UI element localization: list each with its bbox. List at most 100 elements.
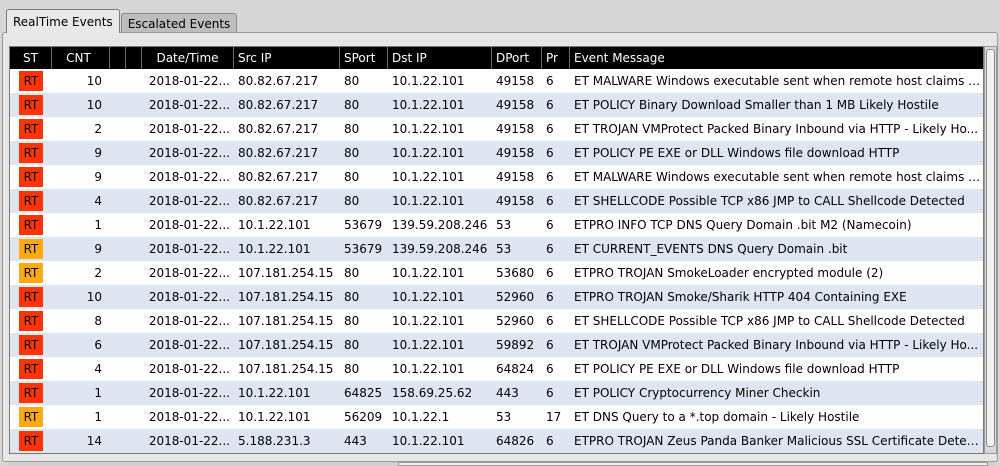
cell-date-time: 2018-01-22... <box>148 266 230 280</box>
cell-blank-1 <box>110 213 126 237</box>
cell-st: RT <box>10 69 52 93</box>
status-badge[interactable]: RT <box>19 70 43 91</box>
cell-blank-1 <box>110 141 126 165</box>
column-header-cnt[interactable]: CNT <box>52 47 110 69</box>
cell-pr: 6 <box>546 434 554 448</box>
cell-event-message: ET TROJAN VMProtect Packed Binary Inboun… <box>574 338 979 352</box>
status-badge[interactable]: RT <box>19 334 43 355</box>
status-badge[interactable]: RT <box>19 238 43 259</box>
cell-src-ip: 80.82.67.217 <box>238 74 319 88</box>
table-row[interactable]: RT 1 2018-01-22... 10.1.22.101 53679 139.59.2… <box>10 213 983 237</box>
cell-src-ip: 10.1.22.101 <box>238 218 311 232</box>
cell-dst-ip: 10.1.22.101 <box>392 362 465 376</box>
table-row[interactable]: RT 10 2018-01-22... 107.181.254.15 80 10.1.22… <box>10 285 983 309</box>
cell-dport: 53 <box>496 410 512 424</box>
status-badge[interactable]: RT <box>19 430 43 451</box>
cell-dport: 64826 <box>496 434 535 448</box>
events-panel: ST CNT Date/Time Src IP SPort Dst IP DPo… <box>2 32 998 462</box>
column-header-blank-2[interactable] <box>126 47 142 69</box>
status-badge[interactable]: RT <box>19 118 43 139</box>
table-row[interactable]: RT 9 2018-01-22... 80.82.67.217 80 10.1.22.10… <box>10 141 983 165</box>
cell-pr: 6 <box>546 218 554 232</box>
cell-src-ip: 10.1.22.101 <box>238 242 311 256</box>
cell-sport: 80 <box>344 314 360 328</box>
cell-dport: 53 <box>496 218 512 232</box>
table-row[interactable]: RT 4 2018-01-22... 80.82.67.217 80 10.1.22.10… <box>10 189 983 213</box>
status-badge[interactable]: RT <box>19 406 43 427</box>
status-badge[interactable]: RT <box>19 358 43 379</box>
table-row[interactable]: RT 1 2018-01-22... 10.1.22.101 64825 158.69.2… <box>10 381 983 405</box>
cell-dst-ip: 10.1.22.101 <box>392 434 465 448</box>
cell-blank-2 <box>126 309 142 333</box>
table-row[interactable]: RT 9 2018-01-22... 10.1.22.101 53679 139.59.2… <box>10 237 983 261</box>
cell-date-time: 2018-01-22... <box>148 410 230 424</box>
sguil-window: RealTime Events Escalated Events ST CNT … <box>0 0 1000 466</box>
cell-dst-ip: 10.1.22.101 <box>392 170 465 184</box>
column-header-st[interactable]: ST <box>10 47 52 69</box>
cell-dst-ip: 10.1.22.101 <box>392 194 465 208</box>
table-row[interactable]: RT 2 2018-01-22... 80.82.67.217 80 10.1.22.10… <box>10 117 983 141</box>
table-row[interactable]: RT 2 2018-01-22... 107.181.254.15 80 10.1.22.… <box>10 261 983 285</box>
horizontal-scrollbar-thumb[interactable] <box>398 462 988 466</box>
table-row[interactable]: RT 1 2018-01-22... 10.1.22.101 56209 10.1.22.… <box>10 405 983 429</box>
status-badge[interactable]: RT <box>19 190 43 211</box>
table-row[interactable]: RT 10 2018-01-22... 80.82.67.217 80 10.1.22.1… <box>10 93 983 117</box>
cell-dport: 59892 <box>496 338 535 352</box>
cell-st: RT <box>10 213 52 237</box>
status-badge[interactable]: RT <box>19 142 43 163</box>
cell-blank-1 <box>110 93 126 117</box>
cell-event-message: ET POLICY PE EXE or DLL Windows file dow… <box>574 146 900 160</box>
cell-sport: 80 <box>344 74 360 88</box>
cell-sport: 80 <box>344 290 360 304</box>
cell-pr: 6 <box>546 290 554 304</box>
table-row[interactable]: RT 10 2018-01-22... 80.82.67.217 80 10.1.22.1… <box>10 69 984 93</box>
status-badge[interactable]: RT <box>19 262 43 283</box>
cell-dst-ip: 158.69.25.62 <box>392 386 473 400</box>
cell-blank-2 <box>126 405 142 429</box>
column-header-blank-1[interactable] <box>110 47 126 69</box>
table-row[interactable]: RT 4 2018-01-22... 107.181.254.15 80 10.1.22.… <box>10 357 983 381</box>
cell-event-message: ET MALWARE Windows executable sent when … <box>574 74 984 88</box>
column-header-sport[interactable]: SPort <box>340 47 388 69</box>
cell-blank-1 <box>110 165 126 189</box>
column-header-pr[interactable]: Pr <box>542 47 570 69</box>
status-badge[interactable]: RT <box>19 166 43 187</box>
column-header-dst-ip[interactable]: Dst IP <box>388 47 492 69</box>
cell-sport: 80 <box>344 362 360 376</box>
cell-st: RT <box>10 381 52 405</box>
cell-src-ip: 107.181.254.15 <box>238 290 334 304</box>
tab-bar: RealTime Events Escalated Events <box>6 9 238 33</box>
tab-escalated-events[interactable]: Escalated Events <box>120 13 238 33</box>
status-badge[interactable]: RT <box>19 286 43 307</box>
cell-cnt: 10 <box>86 98 102 112</box>
status-badge[interactable]: RT <box>19 310 43 331</box>
cell-pr: 6 <box>546 98 554 112</box>
horizontal-scrollbar[interactable] <box>8 461 994 466</box>
cell-cnt: 6 <box>94 338 102 352</box>
status-badge[interactable]: RT <box>19 94 43 115</box>
cell-date-time: 2018-01-22... <box>148 194 230 208</box>
cell-cnt: 9 <box>94 170 102 184</box>
status-badge[interactable]: RT <box>19 214 43 235</box>
cell-cnt: 10 <box>86 290 102 304</box>
cell-src-ip: 10.1.22.101 <box>238 386 311 400</box>
vertical-scrollbar-thumb[interactable] <box>986 49 995 447</box>
cell-blank-1 <box>110 309 126 333</box>
events-table: ST CNT Date/Time Src IP SPort Dst IP DPo… <box>9 46 984 454</box>
table-row[interactable]: RT 8 2018-01-22... 107.181.254.15 80 10.1.22.… <box>10 309 983 333</box>
cell-event-message: ET SHELLCODE Possible TCP x86 JMP to CAL… <box>574 194 965 208</box>
cell-sport: 80 <box>344 122 360 136</box>
table-row[interactable]: RT 14 2018-01-22... 5.188.231.3 443 10.1.22.1… <box>10 429 983 453</box>
column-header-event-message[interactable]: Event Message <box>570 47 983 69</box>
status-badge[interactable]: RT <box>19 382 43 403</box>
cell-st: RT <box>10 309 52 333</box>
column-header-date-time[interactable]: Date/Time <box>142 47 234 69</box>
column-header-dport[interactable]: DPort <box>492 47 542 69</box>
tab-realtime-events[interactable]: RealTime Events <box>6 9 120 33</box>
column-header-src-ip[interactable]: Src IP <box>234 47 340 69</box>
table-row[interactable]: RT 6 2018-01-22... 107.181.254.15 80 10.1.22.… <box>10 333 983 357</box>
table-row[interactable]: RT 9 2018-01-22... 80.82.67.217 80 10.1.22.10… <box>10 165 983 189</box>
vertical-scrollbar[interactable] <box>984 46 997 454</box>
cell-blank-1 <box>110 357 126 381</box>
cell-st: RT <box>10 357 52 381</box>
